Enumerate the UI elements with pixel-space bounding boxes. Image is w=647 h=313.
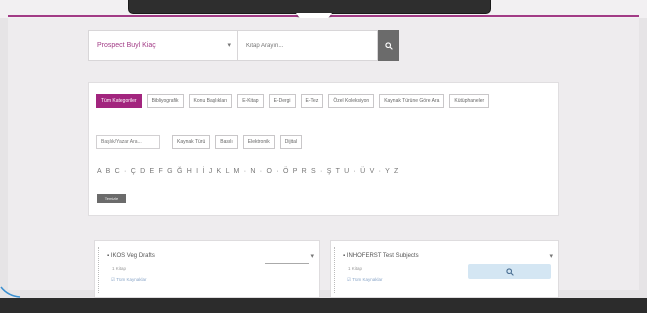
catalog-select[interactable]: Prospect Buyl Kiaç ▾: [88, 30, 238, 61]
card-meta: 1 Kitap: [348, 266, 363, 271]
cursor-curve-icon: [0, 286, 21, 298]
tab-special-collection[interactable]: Özel Koleksiyon: [328, 94, 375, 108]
catalog-select-value: Prospect Buyl Kiaç: [97, 42, 156, 49]
tooltip-box: [128, 0, 491, 14]
card-meta: 1 Kitap: [112, 266, 127, 271]
filter-button-resource-type[interactable]: Kaynak Türü: [172, 135, 211, 149]
card-search-button[interactable]: [468, 264, 551, 279]
search-icon: [384, 41, 393, 50]
search-button[interactable]: [378, 30, 399, 61]
result-card[interactable]: ▪ IKOS Veg Drafts 1 Kitap ☑ Tüm Kaynakla…: [94, 240, 320, 298]
drag-handle[interactable]: [334, 247, 336, 293]
search-options-panel: Tüm Kategoriler Bibliyografik Konu Başlı…: [88, 82, 559, 216]
filter-input[interactable]: [96, 135, 160, 149]
chevron-down-icon[interactable]: ▾: [310, 252, 314, 260]
search-input[interactable]: [238, 30, 378, 61]
tab-ejournal[interactable]: E-Dergi: [268, 94, 296, 108]
tab-bibliographic[interactable]: Bibliyografik: [146, 94, 184, 108]
card-divider: [265, 263, 309, 264]
filter-button-digital[interactable]: Dijital: [279, 135, 302, 149]
alphabet-index[interactable]: A B C · Ç D E F G Ğ H I İ J K L M · N · …: [97, 168, 400, 175]
drag-handle[interactable]: [98, 247, 100, 293]
search-bar: Prospect Buyl Kiaç ▾: [88, 30, 399, 61]
card-link[interactable]: ☑ Tüm Kaynaklar: [347, 277, 382, 283]
tab-all-categories[interactable]: Tüm Kategoriler: [96, 94, 142, 108]
clear-button[interactable]: Temizle: [97, 194, 126, 203]
card-link[interactable]: ☑ Tüm Kaynaklar: [111, 277, 146, 283]
chevron-down-icon[interactable]: ▾: [549, 252, 553, 260]
tab-by-resource-type[interactable]: Kaynak Türüne Göre Ara: [379, 94, 445, 108]
card-title: ▪ IKOS Veg Drafts: [107, 253, 155, 259]
filter-row: Kaynak Türü Basılı Elektronik Dijital: [96, 135, 307, 149]
result-card[interactable]: ▪ INHOFERST Test Subjects 1 Kitap ☑ Tüm …: [330, 240, 559, 298]
bottom-bar: [0, 298, 647, 313]
tab-ebook[interactable]: E-Kitap: [237, 94, 264, 108]
filter-button-print[interactable]: Basılı: [215, 135, 238, 149]
card-title: ▪ INHOFERST Test Subjects: [343, 253, 419, 259]
chevron-down-icon: ▾: [227, 42, 231, 49]
search-icon: [505, 267, 514, 276]
tab-libraries[interactable]: Kütüphaneler: [449, 94, 490, 108]
category-tabs: Tüm Kategoriler Bibliyografik Konu Başlı…: [96, 94, 490, 108]
filter-button-electronic[interactable]: Elektronik: [242, 135, 275, 149]
tab-subject-headings[interactable]: Konu Başlıkları: [188, 94, 233, 108]
tab-ethesis[interactable]: E-Tez: [300, 94, 324, 108]
